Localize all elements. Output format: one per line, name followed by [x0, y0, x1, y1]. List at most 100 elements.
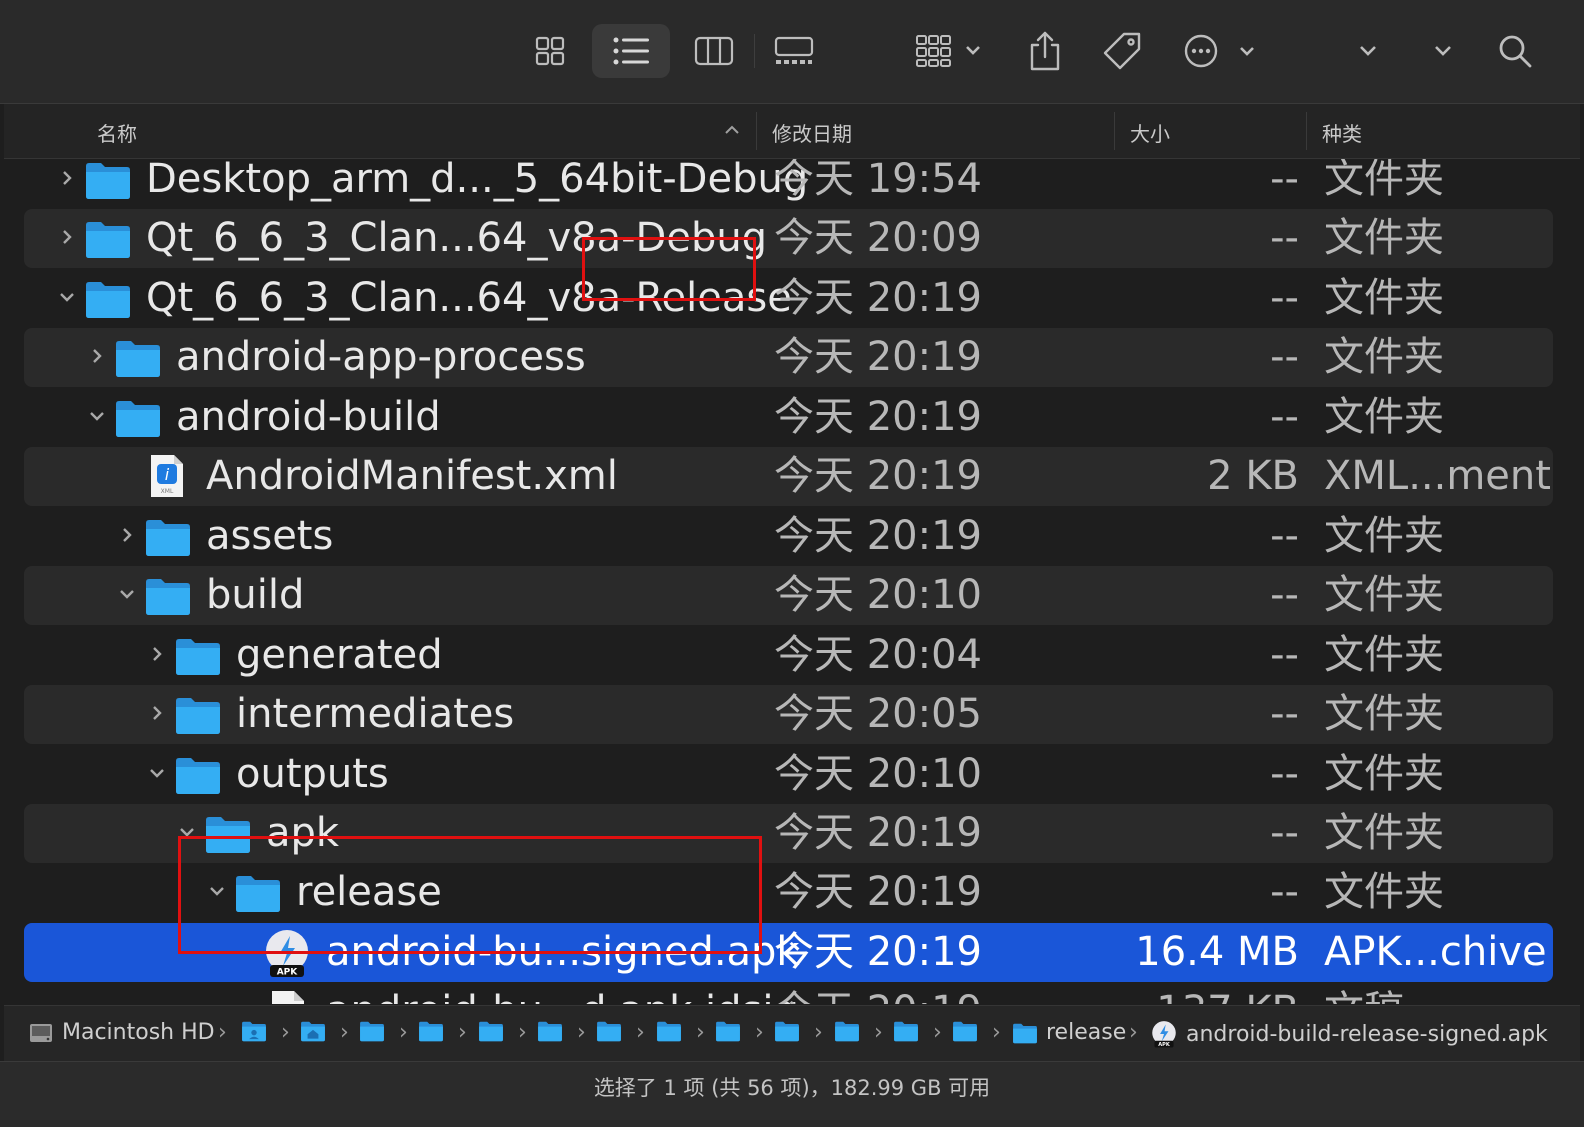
file-row[interactable]: Qt_6_6_3_Clan...64_v8a-Release 今天 20:19 --… — [24, 269, 1553, 328]
path-folder-icon[interactable] — [774, 1020, 800, 1042]
chevron-right-icon[interactable] — [148, 704, 166, 722]
path-folder-icon[interactable] — [834, 1020, 860, 1042]
path-folder-icon[interactable] — [359, 1020, 385, 1042]
column-divider[interactable] — [756, 112, 757, 150]
svg-text:APK: APK — [277, 967, 299, 977]
path-folder-icon[interactable] — [418, 1020, 444, 1042]
path-separator: › — [458, 1020, 467, 1045]
path-separator: › — [340, 1020, 349, 1045]
path-file-label: android-build-release-signed.apk — [1186, 1021, 1548, 1047]
file-row[interactable]: outputs 今天 20:10 -- 文件夹 — [24, 745, 1553, 804]
chevron-down-icon[interactable] — [58, 288, 76, 306]
path-item-release[interactable]: release — [1012, 1020, 1126, 1045]
path-folder-icon[interactable] — [241, 1020, 267, 1042]
svg-text:XML: XML — [161, 488, 174, 495]
file-kind: 文件夹 — [1324, 215, 1444, 262]
share-icon[interactable] — [1020, 24, 1070, 78]
folder-icon — [174, 636, 222, 680]
path-separator: › — [755, 1020, 764, 1045]
file-size: -- — [1270, 334, 1299, 381]
file-date: 今天 20:19 — [774, 809, 982, 856]
folder-icon — [84, 160, 132, 204]
path-separator: › — [281, 1020, 290, 1045]
disk-item[interactable]: Macintosh HD — [28, 1020, 215, 1045]
chevron-right-icon[interactable] — [118, 526, 136, 544]
sort-ascending-icon[interactable] — [724, 125, 740, 135]
path-folder-icon[interactable] — [300, 1020, 326, 1042]
dropdown-2-icon[interactable] — [1425, 24, 1461, 78]
file-size: 2 KB — [1207, 453, 1299, 500]
file-date: 今天 20:19 — [774, 982, 982, 1004]
file-size: -- — [1270, 691, 1299, 738]
search-icon[interactable] — [1490, 24, 1540, 78]
path-folder-icon[interactable] — [478, 1020, 504, 1042]
file-row[interactable]: Desktop_arm_d..._5_64bit-Debug 今天 19:54 --… — [24, 159, 1553, 209]
file-row[interactable]: android-build 今天 20:19 -- 文件夹 — [24, 388, 1553, 447]
list-view-icon[interactable] — [592, 24, 670, 78]
path-release-label: release — [1046, 1020, 1127, 1045]
chevron-right-icon[interactable] — [88, 347, 106, 365]
path-folder-icon[interactable] — [952, 1020, 978, 1042]
path-separator: › — [218, 1020, 227, 1045]
more-actions-icon[interactable] — [1180, 24, 1260, 78]
file-size: -- — [1270, 274, 1299, 321]
icon-view-icon[interactable] — [520, 24, 580, 78]
column-size-header[interactable]: 大小 — [1130, 118, 1170, 147]
chevron-down-icon[interactable] — [118, 585, 136, 603]
chevron-right-icon[interactable] — [58, 228, 76, 246]
chevron-right-icon[interactable] — [58, 169, 76, 187]
path-folder-icon[interactable] — [656, 1020, 682, 1042]
file-date: 今天 20:19 — [774, 512, 982, 559]
column-date-header[interactable]: 修改日期 — [772, 118, 852, 147]
column-view-icon[interactable] — [684, 24, 744, 78]
file-name: android-app-process — [176, 334, 586, 381]
path-bar: Macintosh HD › › › › › › › › › › › › › › release › APK and… — [4, 1005, 1580, 1061]
path-folder-icon[interactable] — [596, 1020, 622, 1042]
path-folder-icon[interactable] — [715, 1020, 741, 1042]
file-name: android-build — [176, 393, 441, 440]
highlight-box-apk — [178, 836, 762, 954]
path-item-file[interactable]: APK android-build-release-signed.apk — [1150, 1020, 1548, 1048]
column-divider[interactable] — [1114, 112, 1115, 150]
file-row[interactable]: intermediates 今天 20:05 -- 文件夹 — [24, 685, 1553, 745]
file-date: 今天 19:54 — [774, 159, 982, 202]
path-folder-icon[interactable] — [893, 1020, 919, 1042]
chevron-down-icon[interactable] — [148, 764, 166, 782]
file-row[interactable]: build 今天 20:10 -- 文件夹 — [24, 566, 1553, 626]
file-row[interactable]: generated 今天 20:04 -- 文件夹 — [24, 626, 1553, 685]
file-row[interactable]: android-bu...d.apk.idsig今天 20:19 137 KB 文稿 — [24, 982, 1553, 1004]
path-separator: › — [992, 1020, 1001, 1045]
column-divider[interactable] — [1306, 112, 1307, 150]
file-name: outputs — [236, 750, 389, 797]
svg-text:i: i — [165, 465, 170, 484]
chevron-right-icon[interactable] — [148, 645, 166, 663]
file-date: 今天 20:19 — [774, 393, 982, 440]
document-icon — [270, 989, 306, 1004]
file-row[interactable]: Qt_6_6_3_Clan...64_v8a-Debug 今天 20:09 -- 文件… — [24, 209, 1553, 269]
file-size: -- — [1270, 215, 1299, 262]
path-separator: › — [696, 1020, 705, 1045]
folder-icon — [114, 398, 162, 442]
disk-label: Macintosh HD — [62, 1020, 215, 1045]
path-separator: › — [1129, 1020, 1138, 1045]
path-folder-icon[interactable] — [537, 1020, 563, 1042]
gallery-view-icon[interactable] — [766, 24, 822, 78]
file-size: -- — [1270, 809, 1299, 856]
group-icon[interactable] — [910, 24, 990, 78]
file-row[interactable]: i XML AndroidManifest.xml 今天 20:19 2 KB XML..… — [24, 447, 1553, 507]
path-separator: › — [636, 1020, 645, 1045]
folder-icon — [144, 517, 192, 561]
file-size: -- — [1270, 393, 1299, 440]
file-size: -- — [1270, 159, 1299, 202]
chevron-down-icon[interactable] — [88, 407, 106, 425]
file-row[interactable]: assets 今天 20:19 -- 文件夹 — [24, 507, 1553, 566]
tag-icon[interactable] — [1096, 24, 1148, 78]
file-row[interactable]: android-app-process 今天 20:19 -- 文件夹 — [24, 328, 1553, 388]
folder-icon — [114, 338, 162, 382]
file-date: 今天 20:10 — [774, 572, 982, 619]
column-kind-header[interactable]: 种类 — [1322, 118, 1362, 147]
file-kind: 文件夹 — [1324, 393, 1444, 440]
folder-icon — [174, 695, 222, 739]
dropdown-1-icon[interactable] — [1350, 24, 1386, 78]
column-name-header[interactable]: 名称 — [97, 118, 137, 147]
